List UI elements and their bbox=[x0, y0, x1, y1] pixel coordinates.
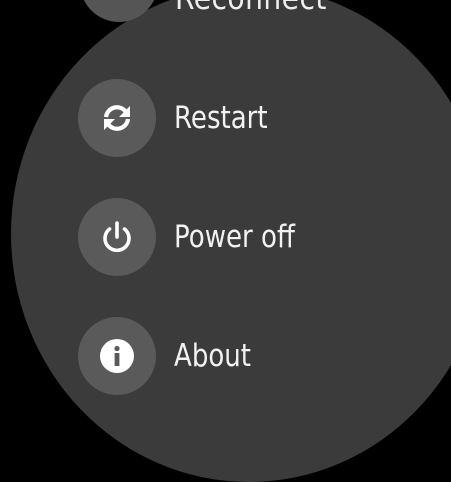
restart-label: Restart bbox=[174, 100, 268, 136]
menu-item-about[interactable]: About bbox=[78, 316, 378, 396]
restart-icon-button bbox=[78, 79, 156, 157]
watch-screen: Reconnect Restart Power off bbox=[11, 0, 451, 482]
power-icon bbox=[103, 221, 131, 253]
partial-menu-label: Reconnect bbox=[175, 0, 327, 18]
menu-item-restart[interactable]: Restart bbox=[78, 78, 378, 158]
partial-icon-circle bbox=[80, 0, 158, 22]
about-label: About bbox=[174, 338, 251, 374]
power-icon-button bbox=[78, 198, 156, 276]
menu-item-power-off[interactable]: Power off bbox=[78, 197, 378, 277]
restart-icon bbox=[103, 105, 131, 131]
info-icon bbox=[100, 339, 134, 373]
info-icon-button bbox=[78, 317, 156, 395]
power-off-label: Power off bbox=[174, 219, 295, 255]
menu-item-partial[interactable]: Reconnect bbox=[11, 0, 451, 22]
